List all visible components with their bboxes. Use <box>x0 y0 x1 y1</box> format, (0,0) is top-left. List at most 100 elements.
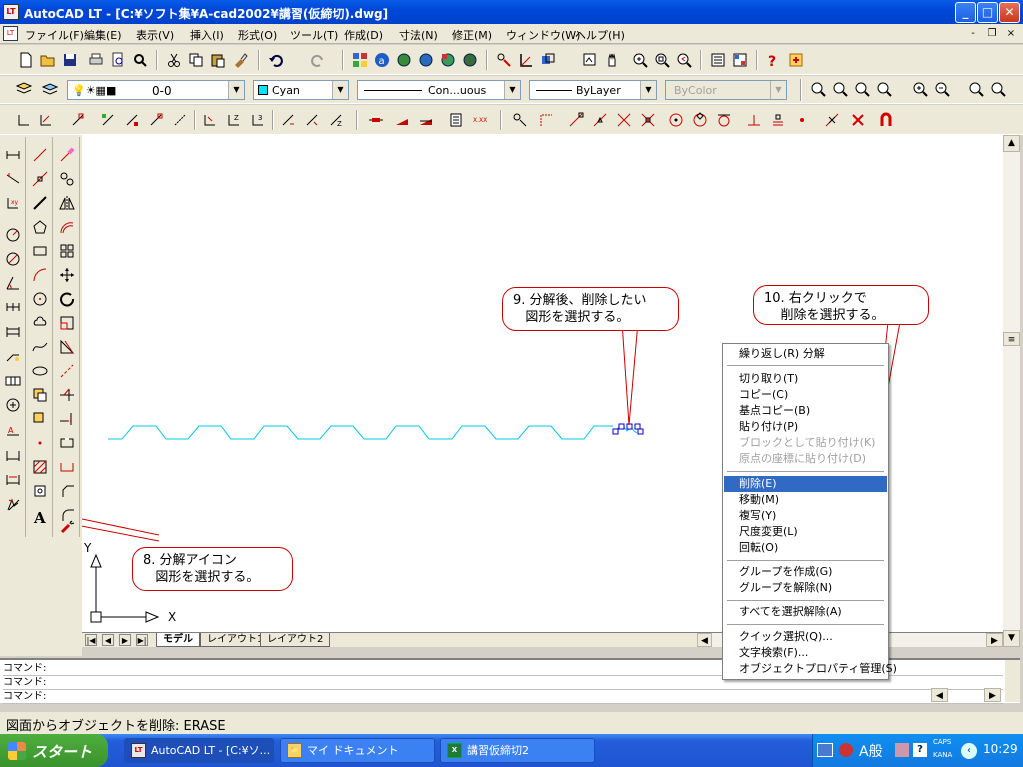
zoom-dynamic-icon[interactable] <box>830 79 850 99</box>
menu-item-erase[interactable]: 削除(E) <box>724 476 887 492</box>
print-icon[interactable] <box>86 50 106 70</box>
hyperlink-icon[interactable] <box>460 50 480 70</box>
menu-item-copy[interactable]: コピー(C) <box>724 387 887 403</box>
minimize-button[interactable]: _ <box>955 2 976 23</box>
menu-item-repeat-explode[interactable]: 繰り返し(R) 分解 <box>724 346 887 362</box>
autocad-app-icon[interactable]: LT <box>3 4 19 20</box>
tab-first-button[interactable]: |◀ <box>85 634 97 646</box>
pan-realtime-icon[interactable] <box>602 50 622 70</box>
erase-icon[interactable] <box>57 145 77 165</box>
ordinate-dimension-icon[interactable] <box>68 110 88 130</box>
snap-quadrant-icon[interactable] <box>690 110 710 130</box>
leader-icon[interactable]: 3 <box>248 110 268 130</box>
menu-dimension[interactable]: 寸法(N) <box>399 27 438 43</box>
menu-item-deselect-all[interactable]: すべてを選択解除(A) <box>724 604 887 620</box>
osnap-settings-icon[interactable] <box>876 110 896 130</box>
vertical-scrollbar[interactable]: ▲ ≡ ▼ <box>1003 135 1020 647</box>
menu-help[interactable]: ヘルプ(H) <box>575 27 625 43</box>
stretch-icon[interactable] <box>57 337 77 357</box>
break-at-point-icon[interactable] <box>57 457 77 477</box>
menu-file[interactable]: ファイル(F) <box>25 27 84 43</box>
scale-icon[interactable] <box>57 313 77 333</box>
close-button[interactable]: ✕ <box>999 2 1020 23</box>
menu-insert[interactable]: 挿入(I) <box>190 27 224 43</box>
revision-cloud-icon[interactable] <box>30 313 50 333</box>
mdi-minimize-button[interactable]: - <box>965 27 981 41</box>
design-center-palette-icon[interactable] <box>730 50 750 70</box>
menu-item-find[interactable]: 文字検索(F)... <box>724 645 887 661</box>
make-current-layer-icon[interactable] <box>40 79 60 99</box>
plot-icon[interactable] <box>130 50 150 70</box>
menu-item-scale[interactable]: 尺度変更(L) <box>724 524 887 540</box>
cut-icon[interactable] <box>164 50 184 70</box>
arc-icon[interactable] <box>30 265 50 285</box>
dim-update-icon[interactable] <box>3 469 23 489</box>
snap-node-icon[interactable] <box>792 110 812 130</box>
menu-tools[interactable]: ツール(T) <box>290 27 338 43</box>
dimension-text-icon[interactable]: X.XX <box>470 110 490 130</box>
scroll-right-button[interactable]: ▶ <box>986 633 1003 647</box>
hatch-icon[interactable] <box>30 457 50 477</box>
radius-dim-icon[interactable] <box>3 225 23 245</box>
properties-icon[interactable] <box>708 50 728 70</box>
center-mark-icon[interactable] <box>302 110 322 130</box>
save-icon[interactable] <box>60 50 80 70</box>
mirror-icon[interactable] <box>57 193 77 213</box>
new-file-icon[interactable] <box>16 50 36 70</box>
tab-next-button[interactable]: ▶ <box>119 634 131 646</box>
zoom-out-icon[interactable] <box>932 79 952 99</box>
mdi-restore-button[interactable]: ❐ <box>984 27 1000 41</box>
object-snap-icon[interactable] <box>494 50 514 70</box>
zoom-window-icon[interactable] <box>808 79 828 99</box>
menu-item-copy-with-base[interactable]: 基点コピー(B) <box>724 403 887 419</box>
region-icon[interactable] <box>30 481 50 501</box>
baseline-dimension-icon[interactable] <box>200 110 220 130</box>
command-prompt-line[interactable]: コマンド: <box>3 690 1003 704</box>
trim-icon[interactable] <box>57 385 77 405</box>
rectangle-icon[interactable] <box>30 241 50 261</box>
publish-web-icon[interactable] <box>416 50 436 70</box>
menu-item-rotate[interactable]: 回転(O) <box>724 540 887 556</box>
chevron-down-icon[interactable]: ▼ <box>504 81 520 99</box>
line-icon[interactable] <box>30 145 50 165</box>
menu-item-properties[interactable]: オブジェクトプロパティ管理(S) <box>724 661 897 677</box>
menu-item-group[interactable]: グループを作成(G) <box>724 564 887 580</box>
quick-dimension-icon[interactable] <box>170 110 190 130</box>
command-scroll-right[interactable]: ▶ <box>984 688 1001 702</box>
web-globe-icon[interactable] <box>394 50 414 70</box>
chevron-down-icon[interactable]: ▼ <box>228 81 244 99</box>
snap-intersection-icon[interactable] <box>614 110 634 130</box>
snap-apparent-intersection-icon[interactable] <box>638 110 658 130</box>
document-icon[interactable]: LT <box>3 26 18 41</box>
scroll-thumb[interactable]: ≡ <box>1003 332 1020 346</box>
temporary-tracking-icon[interactable] <box>510 110 530 130</box>
construction-line-icon[interactable] <box>30 169 50 189</box>
chamfer-icon[interactable] <box>57 481 77 501</box>
lengthen-icon[interactable] <box>57 361 77 381</box>
command-scroll-left[interactable]: ◀ <box>931 688 948 702</box>
print-preview-icon[interactable] <box>108 50 128 70</box>
match-properties-icon[interactable] <box>230 50 250 70</box>
menu-view[interactable]: 表示(V) <box>136 27 174 43</box>
copy-object-icon[interactable] <box>57 169 77 189</box>
zoom-window-icon[interactable] <box>652 50 672 70</box>
linear-dimension-icon[interactable] <box>14 110 34 130</box>
start-button[interactable]: スタート <box>0 734 108 767</box>
zoom-previous-icon[interactable] <box>674 50 694 70</box>
zoom-scale-icon[interactable] <box>852 79 872 99</box>
rotate-icon[interactable] <box>57 289 77 309</box>
extend-icon[interactable] <box>57 409 77 429</box>
ime-help-icon[interactable]: ? <box>913 743 927 757</box>
menu-item-quick-select[interactable]: クイック選択(Q)... <box>724 629 887 645</box>
angular-dim-icon[interactable] <box>3 273 23 293</box>
snap-nearest-icon[interactable] <box>822 110 842 130</box>
zoom-in-icon[interactable] <box>910 79 930 99</box>
circle-icon[interactable] <box>30 289 50 309</box>
title-bar[interactable]: LT AutoCAD LT - [C:¥ソフト集¥A-cad2002¥講習(仮締… <box>0 0 1023 24</box>
language-bar-icon[interactable] <box>817 743 833 757</box>
layer-combo[interactable]: 💡☀▦■ 0-0 ▼ <box>67 80 245 100</box>
tolerance-icon[interactable] <box>278 110 298 130</box>
dimension-update-icon[interactable] <box>366 110 386 130</box>
dimension-override-icon[interactable] <box>416 110 436 130</box>
named-views-icon[interactable] <box>538 50 558 70</box>
